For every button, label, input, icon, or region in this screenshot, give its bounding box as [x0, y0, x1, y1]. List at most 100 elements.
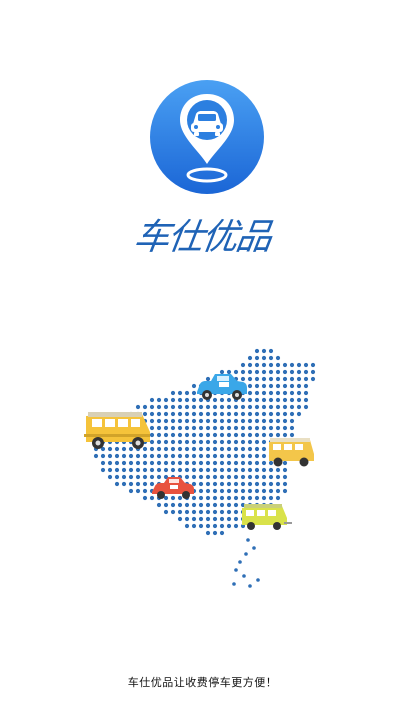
map-dot: [268, 397, 274, 403]
map-dot: [268, 418, 274, 424]
map-dot: [261, 425, 267, 431]
map-dot: [254, 411, 260, 417]
map-dot: [226, 404, 232, 410]
map-dot: [233, 502, 239, 508]
map-dot: [191, 509, 197, 515]
map-dot: [212, 411, 218, 417]
map-dot: [240, 418, 246, 424]
map-dot: [268, 474, 274, 480]
map-dot: [128, 474, 134, 480]
map-dot: [275, 481, 281, 487]
map-dot: [149, 467, 155, 473]
map-dot: [135, 404, 141, 410]
map-dot: [163, 509, 169, 515]
map-dot: [233, 411, 239, 417]
map-dot: [233, 453, 239, 459]
map-dot: [296, 397, 302, 403]
map-dot: [254, 460, 260, 466]
map-dot: [233, 460, 239, 466]
map-dot: [107, 467, 113, 473]
yellow-van-icon: [84, 412, 150, 449]
map-dot: [261, 362, 267, 368]
map-dot: [226, 474, 232, 480]
map-dot: [296, 383, 302, 389]
map-dot: [205, 446, 211, 452]
map-dot: [212, 488, 218, 494]
slogan-text: 车仕优品让收费停车更方便！: [127, 676, 278, 689]
map-dot: [121, 453, 127, 459]
map-dot: [275, 467, 281, 473]
map-dot: [177, 411, 183, 417]
map-dot: [233, 509, 239, 515]
map-dot: [170, 425, 176, 431]
map-dot: [177, 418, 183, 424]
map-dot: [205, 467, 211, 473]
map-dot: [198, 446, 204, 452]
map-dot: [198, 460, 204, 466]
map-dot: [205, 502, 211, 508]
map-dot: [247, 362, 253, 368]
map-dot: [205, 530, 211, 536]
map-dot: [205, 488, 211, 494]
map-dot: [275, 369, 281, 375]
map-dot: [205, 418, 211, 424]
map-dot: [275, 383, 281, 389]
map-dot: [233, 488, 239, 494]
map-dot: [268, 495, 274, 501]
map-dot: [128, 453, 134, 459]
map-dot: [268, 355, 274, 361]
map-dot: [240, 446, 246, 452]
map-dot: [261, 418, 267, 424]
map-dot: [261, 474, 267, 480]
map-dot: [247, 474, 253, 480]
map-dot: [247, 495, 253, 501]
map-dot: [268, 411, 274, 417]
map-dot: [156, 397, 162, 403]
map-dot: [205, 404, 211, 410]
map-dot: [282, 467, 288, 473]
map-dot: [177, 516, 183, 522]
map-dot: [282, 397, 288, 403]
map-dot: [163, 425, 169, 431]
map-dot: [212, 418, 218, 424]
map-dot: [247, 439, 253, 445]
map-dot: [198, 502, 204, 508]
map-dot: [275, 355, 281, 361]
map-dot: [212, 481, 218, 487]
map-dot: [268, 376, 274, 382]
map-dot: [149, 404, 155, 410]
map-dot: [254, 355, 260, 361]
map-dot: [310, 369, 316, 375]
map-dot: [191, 453, 197, 459]
map-dot: [233, 474, 239, 480]
map-dot: [282, 474, 288, 480]
map-dot: [226, 439, 232, 445]
map-dot: [170, 411, 176, 417]
map-dot: [219, 460, 225, 466]
map-dot: [282, 390, 288, 396]
map-dot: [261, 404, 267, 410]
map-dot: [303, 397, 309, 403]
map-dot: [296, 411, 302, 417]
map-dot: [191, 460, 197, 466]
map-dot: [191, 418, 197, 424]
map-dot: [240, 495, 246, 501]
map-dot: [289, 362, 295, 368]
map-dot: [226, 502, 232, 508]
map-dot: [254, 418, 260, 424]
map-dot: [107, 453, 113, 459]
map-dot: [107, 460, 113, 466]
map-dot: [177, 425, 183, 431]
map-dot: [275, 425, 281, 431]
map-dot: [205, 453, 211, 459]
map-dot: [240, 453, 246, 459]
map-dot: [205, 425, 211, 431]
map-dot: [198, 481, 204, 487]
map-dot: [198, 404, 204, 410]
map-dot: [282, 481, 288, 487]
map-dot: [261, 411, 267, 417]
map-dot: [198, 411, 204, 417]
map-dot: [226, 425, 232, 431]
map-dot: [156, 460, 162, 466]
map-dot: [275, 362, 281, 368]
